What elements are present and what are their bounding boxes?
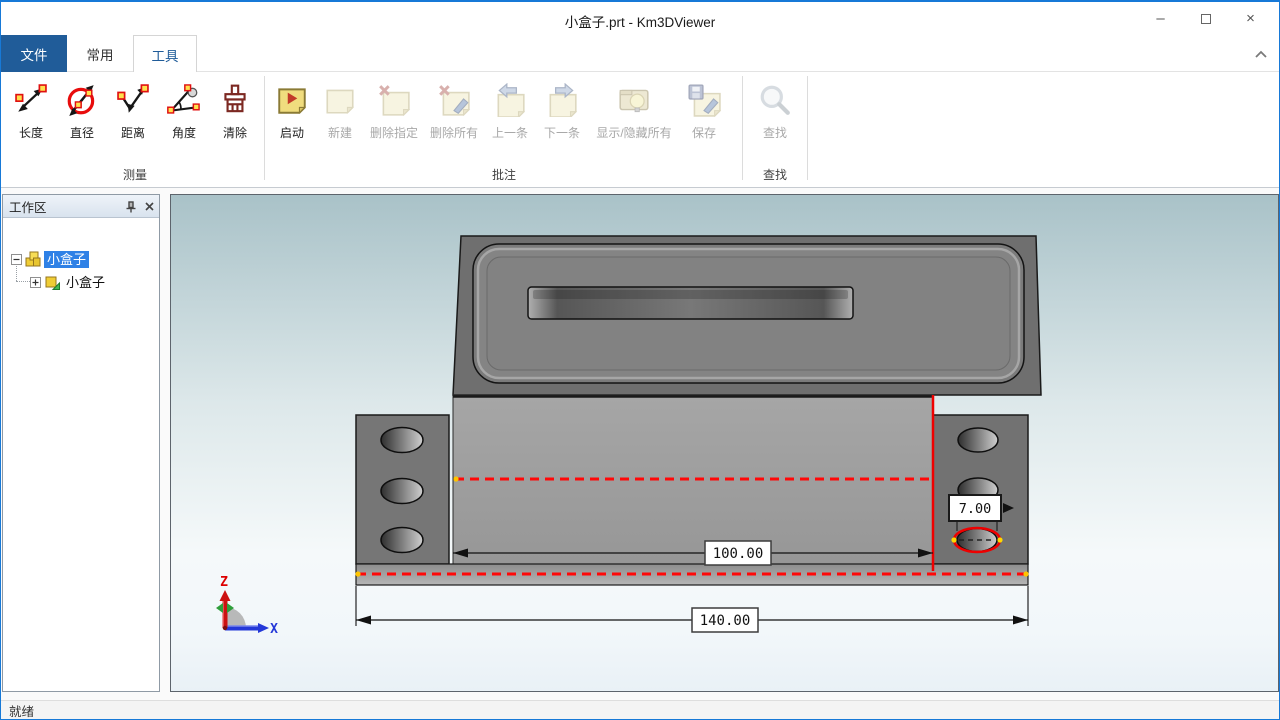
group-label-find: 查找	[745, 166, 805, 183]
dimension-7-label[interactable]: 7.00	[959, 501, 992, 517]
tree-connector	[16, 281, 30, 282]
note-delete-all-icon	[437, 83, 471, 117]
group-separator	[264, 76, 265, 180]
ribbon-button-find[interactable]: 查找	[751, 81, 799, 141]
collapse-ribbon-button[interactable]	[1253, 48, 1269, 60]
length-icon	[14, 83, 48, 117]
status-text: 就绪	[9, 701, 34, 720]
pin-icon[interactable]	[125, 201, 137, 213]
coordinate-triad: Z X	[216, 575, 278, 637]
angle-icon	[167, 83, 201, 117]
ribbon-button-next-annotation[interactable]: 下一条	[537, 81, 587, 141]
ribbon-group-annotation: 启动 新建 删除指定	[269, 72, 739, 188]
distance-icon	[116, 83, 150, 117]
z-axis-arrow	[220, 590, 231, 601]
ribbon-button-start-annotation[interactable]: 启动	[269, 81, 315, 141]
chevron-up-icon	[1253, 49, 1269, 61]
note-start-icon	[275, 83, 309, 117]
expand-plus-icon[interactable]	[30, 277, 41, 288]
ribbon-button-show-hide-all[interactable]: 显示/隐藏所有	[589, 81, 679, 141]
group-label-annotation: 批注	[269, 166, 739, 183]
workspace-panel-title: 工作区	[9, 197, 47, 216]
note-new-icon	[323, 83, 357, 117]
window-title: 小盒子.prt - Km3DViewer	[1, 11, 1279, 31]
note-showhide-icon	[617, 83, 651, 117]
3d-viewport[interactable]: 100.00 7.00	[170, 194, 1279, 692]
dimension-140-label[interactable]: 140.00	[700, 613, 751, 629]
x-axis-label: X	[270, 622, 278, 637]
tree-row-root[interactable]: 小盒子	[11, 250, 89, 268]
tab-file[interactable]: 文件	[1, 35, 67, 72]
minimize-button[interactable]: –	[1138, 5, 1183, 33]
status-bar: 就绪	[1, 700, 1279, 719]
part-icon	[44, 274, 60, 290]
maximize-icon	[1201, 14, 1211, 24]
workspace-panel: 工作区	[2, 194, 160, 692]
group-separator	[807, 76, 808, 180]
app-window: 小盒子.prt - Km3DViewer – × 文件 常用 工具	[0, 0, 1280, 720]
collapse-minus-icon[interactable]	[11, 254, 22, 265]
tab-home[interactable]: 常用	[67, 35, 133, 72]
ribbon-button-delete-all[interactable]: 删除所有	[425, 81, 483, 141]
part-body	[453, 395, 933, 571]
ribbon-button-new-annotation[interactable]: 新建	[317, 81, 363, 141]
ribbon-button-length[interactable]: 长度	[7, 81, 55, 141]
ribbon-group-measure: 长度 直径	[7, 72, 263, 188]
note-prev-icon	[493, 83, 527, 117]
tree-node-root-label[interactable]: 小盒子	[44, 251, 89, 268]
tree-node-child-label[interactable]: 小盒子	[63, 274, 108, 291]
ribbon: 长度 直径	[1, 72, 1279, 188]
note-save-icon	[687, 83, 721, 117]
titlebar[interactable]: 小盒子.prt - Km3DViewer – ×	[1, 2, 1279, 35]
clear-icon	[218, 83, 252, 117]
part-geometry	[356, 236, 1041, 585]
ribbon-button-delete-selected[interactable]: 删除指定	[365, 81, 423, 141]
dimension-100-label[interactable]: 100.00	[713, 546, 764, 562]
close-panel-icon[interactable]	[144, 201, 155, 212]
ribbon-button-distance[interactable]: 距离	[109, 81, 157, 141]
search-icon	[758, 83, 792, 117]
maximize-button[interactable]	[1183, 5, 1228, 33]
tree-row-child[interactable]: 小盒子	[30, 273, 108, 291]
ribbon-button-previous-annotation[interactable]: 上一条	[485, 81, 535, 141]
close-button[interactable]: ×	[1228, 5, 1273, 33]
group-label-measure: 测量	[7, 166, 263, 183]
z-axis-label: Z	[220, 575, 228, 590]
tab-tools[interactable]: 工具	[133, 35, 197, 73]
dimension-140[interactable]: 140.00	[356, 586, 1028, 632]
y-axis-mark	[216, 603, 223, 613]
ribbon-button-diameter[interactable]: 直径	[57, 81, 107, 141]
ribbon-group-find: 查找 查找	[745, 72, 805, 188]
note-next-icon	[545, 83, 579, 117]
ribbon-tab-row: 文件 常用 工具	[1, 35, 1279, 72]
3d-viewport-canvas[interactable]: 100.00 7.00	[171, 195, 1278, 691]
diameter-icon	[65, 83, 99, 117]
workspace-panel-header: 工作区	[3, 195, 159, 218]
assembly-icon	[25, 251, 41, 267]
note-delete-one-icon	[377, 83, 411, 117]
ribbon-button-angle[interactable]: 角度	[159, 81, 209, 141]
main-area: 工作区	[1, 188, 1279, 700]
ribbon-button-save-annotation[interactable]: 保存	[681, 81, 727, 141]
ribbon-button-clear[interactable]: 清除	[211, 81, 259, 141]
x-axis-arrow	[258, 623, 269, 633]
group-separator	[742, 76, 743, 180]
